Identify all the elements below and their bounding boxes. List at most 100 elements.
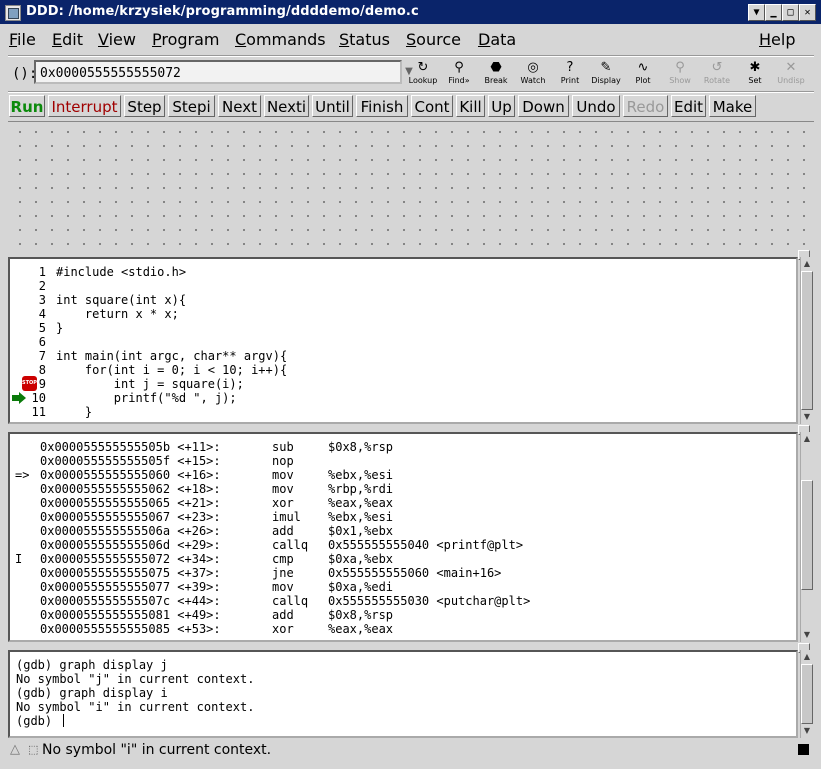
scroll-down-icon[interactable]: ▼ <box>801 412 813 422</box>
redo-button[interactable]: Redo <box>623 95 668 117</box>
print-button[interactable]: ? Print <box>551 60 589 88</box>
assembly-line[interactable]: 0x000055555555507c <+44>: callq 0x55555555… <box>10 594 790 608</box>
assembly-line[interactable]: 0x0000555555555065 <+21>: xor %eax,%eax <box>10 496 790 510</box>
cont-button[interactable]: Cont <box>411 95 453 117</box>
find-icon: ⚲ <box>454 60 464 75</box>
until-button[interactable]: Until <box>312 95 353 117</box>
separator <box>8 55 814 57</box>
assembly-line[interactable]: => 0x0000555555555060 <+16>: mov %ebx,%esi <box>10 468 790 482</box>
status-box-icon: ⬚ <box>28 743 39 756</box>
assembly-address: 0x0000555555555062 <+18>: <box>40 482 221 496</box>
status-triangle-icon[interactable]: △ <box>10 742 20 757</box>
argument-input[interactable]: 0x0000555555555072 <box>34 60 402 84</box>
next-button[interactable]: Next <box>218 95 261 117</box>
find-button[interactable]: ⚲ Find» <box>440 60 478 88</box>
minimize-button[interactable]: ▁ <box>765 4 782 21</box>
plot-button[interactable]: ∿ Plot <box>624 60 662 88</box>
assembly-line[interactable]: 0x0000555555555077 <+39>: mov $0xa,%edi <box>10 580 790 594</box>
gdb-console[interactable]: (gdb) graph display j No symbol "j" in cu… <box>8 650 798 738</box>
source-line[interactable]: 1 #include <stdio.h> <box>10 265 790 279</box>
window-menu-button[interactable]: ▼ <box>748 4 765 21</box>
window-titlebar[interactable]: DDD: /home/krzysiek/programming/ddddemo/… <box>0 0 821 24</box>
console-scrollbar[interactable]: ▲ ▼ <box>800 650 813 738</box>
stepi-button[interactable]: Stepi <box>168 95 215 117</box>
source-line[interactable]: 2 <box>10 279 790 293</box>
edit-button[interactable]: Edit <box>671 95 706 117</box>
source-line[interactable]: 10 printf("%d ", j); <box>10 391 790 405</box>
run-button[interactable]: Run <box>9 95 45 117</box>
menu-commands[interactable]: Commands <box>235 30 326 49</box>
menu-source[interactable]: Source <box>406 30 461 49</box>
scroll-down-icon[interactable]: ▼ <box>801 630 813 640</box>
assembly-line[interactable]: 0x0000555555555085 <+53>: xor %eax,%eax <box>10 622 790 636</box>
assembly-line[interactable]: 0x0000555555555075 <+37>: jne 0x5555555550… <box>10 566 790 580</box>
interrupt-button[interactable]: Interrupt <box>48 95 121 117</box>
scroll-thumb[interactable] <box>801 480 813 590</box>
menu-help[interactable]: Help <box>759 30 795 49</box>
assembly-line[interactable]: 0x000055555555505b <+11>: sub $0x8,%rsp <box>10 440 790 454</box>
kill-button[interactable]: Kill <box>456 95 485 117</box>
menubar: File Edit View Program Commands Status Source D… <box>8 27 814 53</box>
source-window[interactable]: 1 #include <stdio.h> 2 3 int square(int x){4… <box>8 257 798 424</box>
assembly-line[interactable]: 0x000055555555506d <+29>: callq 0x55555555… <box>10 538 790 552</box>
source-line[interactable]: 5} <box>10 321 790 335</box>
undisp-button[interactable]: ✕ Undisp <box>772 60 810 88</box>
scroll-up-icon[interactable]: ▲ <box>801 652 813 662</box>
up-button[interactable]: Up <box>488 95 515 117</box>
watch-button[interactable]: ◎ Watch <box>514 60 552 88</box>
make-button[interactable]: Make <box>709 95 756 117</box>
menu-label: elp <box>771 30 796 49</box>
menu-view[interactable]: View <box>98 30 136 49</box>
assembly-scrollbar[interactable]: ▲ ▼ <box>800 432 813 642</box>
nexti-button[interactable]: Nexti <box>264 95 309 117</box>
lookup-button[interactable]: ↻ Lookup <box>404 60 442 88</box>
set-button[interactable]: ✱ Set <box>736 60 774 88</box>
display-icon: ✎ <box>600 60 612 75</box>
menu-edit[interactable]: Edit <box>52 30 83 49</box>
line-number: 4 <box>38 307 46 321</box>
show-button[interactable]: ⚲ Show <box>661 60 699 88</box>
app-icon[interactable] <box>5 5 21 21</box>
assembly-line[interactable]: 0x0000555555555081 <+49>: add $0x8,%rsp <box>10 608 790 622</box>
data-window[interactable] <box>8 121 814 253</box>
menu-file[interactable]: File <box>9 30 36 49</box>
break-button[interactable]: ⬣ Break <box>477 60 515 88</box>
menu-data[interactable]: Data <box>478 30 516 49</box>
breakpoint-stop-icon[interactable]: STOP <box>22 376 37 391</box>
assembly-line[interactable]: 0x000055555555506a <+26>: add $0x1,%ebx <box>10 524 790 538</box>
scroll-up-icon[interactable]: ▲ <box>801 259 813 269</box>
scroll-down-icon[interactable]: ▼ <box>801 726 813 736</box>
source-line[interactable]: 8 for(int i = 0; i < 10; i++){ <box>10 363 790 377</box>
source-line[interactable]: 11 } <box>10 405 790 419</box>
finish-button[interactable]: Finish <box>356 95 408 117</box>
scroll-thumb[interactable] <box>801 271 813 410</box>
toolbar-button-label: Set <box>748 76 762 85</box>
menu-program[interactable]: Program <box>152 30 220 49</box>
source-line[interactable]: 9 int j = square(i); <box>10 377 790 391</box>
scroll-up-icon[interactable]: ▲ <box>801 434 813 444</box>
assembly-line[interactable]: 0x0000555555555062 <+18>: mov %rbp,%rdi <box>10 482 790 496</box>
source-line[interactable]: 4 return x * x; <box>10 307 790 321</box>
maximize-button[interactable]: □ <box>782 4 799 21</box>
undo-button[interactable]: Undo <box>572 95 620 117</box>
assembly-mnemonic: imul <box>272 510 301 524</box>
close-button[interactable]: ✕ <box>799 4 816 21</box>
source-code: return x * x; <box>56 307 179 321</box>
source-scrollbar[interactable]: ▲ ▼ <box>800 257 813 424</box>
menu-status[interactable]: Status <box>339 30 390 49</box>
assembly-line[interactable]: 0x000055555555505f <+15>: nop <box>10 454 790 468</box>
source-line[interactable]: 6 <box>10 335 790 349</box>
busy-indicator-icon <box>798 744 809 755</box>
assembly-line[interactable]: 0x0000555555555067 <+23>: imul %ebx,%esi <box>10 510 790 524</box>
assembly-line[interactable]: I 0x0000555555555072 <+34>: cmp $0xa,%ebx <box>10 552 790 566</box>
source-line[interactable]: 3 int square(int x){ <box>10 293 790 307</box>
scroll-thumb[interactable] <box>801 664 813 724</box>
display-button[interactable]: ✎ Display <box>587 60 625 88</box>
down-button[interactable]: Down <box>518 95 569 117</box>
machine-code-window[interactable]: 0x000055555555505b <+11>: sub $0x8,%rsp 0x0… <box>8 432 798 642</box>
execution-arrow-icon[interactable] <box>12 392 26 404</box>
assembly-address: 0x0000555555555081 <+49>: <box>40 608 221 622</box>
step-button[interactable]: Step <box>124 95 165 117</box>
source-line[interactable]: 7 int main(int argc, char** argv){ <box>10 349 790 363</box>
rotate-button[interactable]: ↺ Rotate <box>698 60 736 88</box>
